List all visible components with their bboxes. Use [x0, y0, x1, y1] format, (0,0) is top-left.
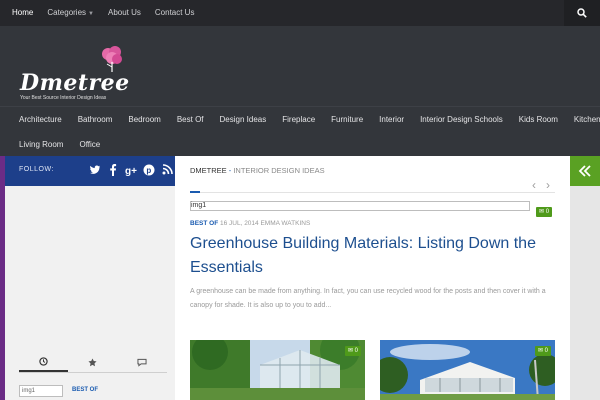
comment-icon: ✉ — [539, 209, 545, 215]
nav-home[interactable]: Home — [5, 0, 40, 26]
post-thumbnail-conservatory[interactable]: ✉ 0 — [380, 340, 555, 400]
follow-label: FOLLOW: — [19, 166, 54, 173]
comment-count-badge[interactable]: ✉ 0 — [344, 346, 361, 356]
search-icon — [577, 8, 587, 18]
pinterest-icon[interactable]: p — [143, 164, 155, 178]
tab-popular[interactable] — [68, 353, 117, 372]
cat-bathroom[interactable]: Bathroom — [70, 115, 121, 124]
sidebar-post-category[interactable]: BEST OF — [72, 387, 98, 393]
chevron-right-icon[interactable]: › — [546, 178, 550, 192]
nav-contact-us[interactable]: Contact Us — [148, 0, 202, 26]
sidebar-tabs — [19, 353, 167, 373]
twitter-icon[interactable] — [89, 164, 101, 178]
tab-recent[interactable] — [19, 353, 69, 372]
slider-arrows: ‹ › — [532, 178, 550, 192]
chevron-left-icon[interactable]: ‹ — [532, 178, 536, 192]
comments-icon — [137, 358, 147, 367]
tab-comments[interactable] — [118, 353, 167, 372]
top-navbar: Home Categories ▼ About Us Contact Us — [0, 0, 600, 26]
cat-furniture[interactable]: Furniture — [323, 115, 371, 124]
facebook-icon[interactable] — [107, 164, 119, 178]
top-nav-menu: Home Categories ▼ About Us Contact Us — [0, 0, 600, 26]
nav-categories[interactable]: Categories ▼ — [40, 0, 101, 26]
nav-about-us[interactable]: About Us — [101, 0, 148, 26]
cat-kitchen[interactable]: Kitchen — [566, 115, 600, 124]
post-excerpt: A greenhouse can be made from anything. … — [190, 288, 546, 309]
comment-count-badge[interactable]: ✉ 0 — [536, 207, 553, 217]
site-header: Dmetree Your Best Source Interior Design… — [0, 26, 600, 156]
cat-interior[interactable]: Interior — [371, 115, 412, 124]
featured-image[interactable]: img1 — [190, 201, 530, 211]
comment-count: 0 — [354, 348, 358, 354]
cat-kids-room[interactable]: Kids Room — [511, 115, 566, 124]
follow-bar: FOLLOW: g+ p — [5, 156, 175, 186]
cat-bedroom[interactable]: Bedroom — [120, 115, 168, 124]
main-content: DMETREE - INTERIOR DESIGN IDEAS ‹ › img1… — [175, 156, 570, 400]
post-category[interactable]: BEST OF — [190, 220, 218, 227]
category-nav-row: Architecture Bathroom Bedroom Best Of De… — [0, 107, 600, 132]
chevron-down-icon: ▼ — [88, 11, 94, 17]
cat-design-ideas[interactable]: Design Ideas — [212, 115, 275, 124]
star-icon — [88, 358, 98, 367]
logo-text: Dmetree — [20, 70, 130, 96]
cat-interior-design-schools[interactable]: Interior Design Schools — [412, 115, 511, 124]
post-thumbnail-greenhouse[interactable]: ✉ 0 — [190, 340, 365, 400]
nav-categories-label: Categories — [47, 8, 87, 17]
section-divider-accent — [190, 191, 200, 193]
comment-icon: ✉ — [537, 348, 543, 354]
post-meta: BEST OF 16 JUL, 2014 EMMA WATKINS — [190, 220, 310, 227]
breadcrumb-subtitle: INTERIOR DESIGN IDEAS — [233, 166, 325, 175]
cat-best-of[interactable]: Best Of — [169, 115, 212, 124]
clock-icon — [39, 357, 48, 366]
post-date-author: 16 JUL, 2014 EMMA WATKINS — [219, 220, 311, 227]
breadcrumb-site[interactable]: DMETREE — [190, 166, 227, 175]
logo-tagline: Your Best Source Interior Design Ideas — [20, 95, 107, 101]
left-sidebar: FOLLOW: g+ p img1 BEST OF — [0, 156, 175, 400]
featured-image-alt: img1 — [191, 202, 207, 209]
comment-count: 0 — [544, 348, 548, 354]
comment-count-badge[interactable]: ✉ 0 — [534, 346, 551, 356]
double-chevron-left-icon — [578, 165, 591, 177]
post-title[interactable]: Greenhouse Building Materials: Listing D… — [190, 232, 560, 280]
comment-count: 0 — [545, 209, 550, 215]
category-nav: Architecture Bathroom Bedroom Best Of De… — [0, 106, 600, 156]
breadcrumb: DMETREE - INTERIOR DESIGN IDEAS — [190, 166, 325, 175]
cat-architecture[interactable]: Architecture — [11, 115, 70, 124]
conservatory-photo — [380, 340, 555, 400]
site-logo[interactable]: Dmetree Your Best Source Interior Design… — [20, 44, 140, 104]
social-links: g+ p — [89, 164, 173, 178]
section-divider — [190, 191, 555, 193]
google-plus-icon[interactable]: g+ — [125, 164, 137, 178]
greenhouse-photo — [190, 340, 365, 400]
category-nav-row: Living Room Office — [0, 132, 600, 157]
svg-text:g+: g+ — [125, 166, 137, 176]
cat-office[interactable]: Office — [71, 140, 108, 149]
sidebar-post-thumbnail[interactable]: img1 — [19, 385, 63, 397]
svg-text:p: p — [146, 166, 151, 175]
rss-icon[interactable] — [161, 164, 173, 178]
comment-icon: ✉ — [347, 348, 353, 354]
sidebar-toggle-button[interactable] — [570, 156, 600, 186]
search-button[interactable] — [564, 0, 600, 26]
cat-living-room[interactable]: Living Room — [11, 140, 71, 149]
cat-fireplace[interactable]: Fireplace — [274, 115, 323, 124]
